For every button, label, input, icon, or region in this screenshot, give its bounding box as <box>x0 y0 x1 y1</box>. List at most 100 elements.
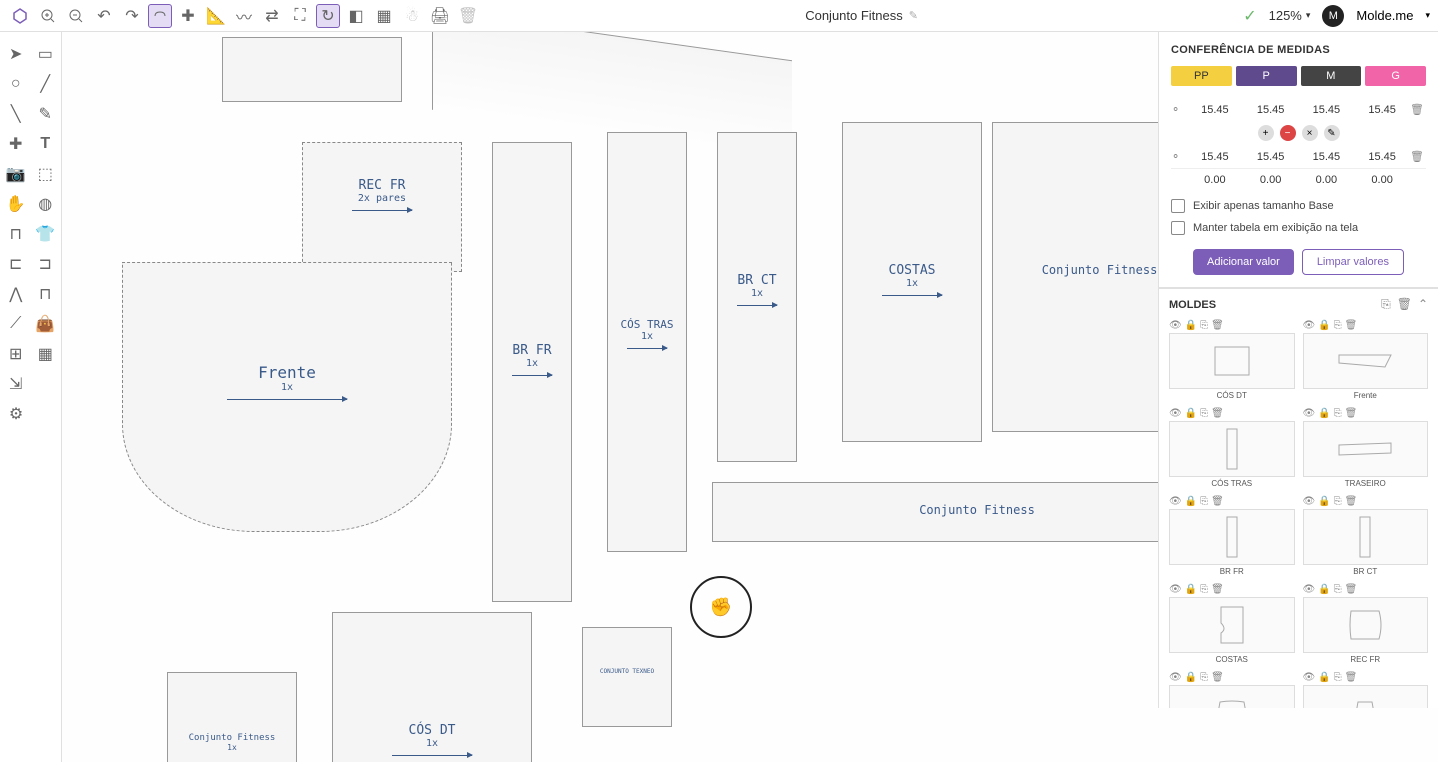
mirror-tool-icon[interactable]: ◧ <box>344 4 368 28</box>
trash-icon[interactable]: 🗑 <box>1211 672 1224 683</box>
lock-icon[interactable]: 🔒 <box>1185 584 1197 595</box>
selection-tool-icon[interactable]: ⛶ <box>288 4 312 28</box>
lock-icon[interactable]: 🔒 <box>1185 320 1197 331</box>
copy-icon[interactable]: ⎘ <box>1200 672 1208 683</box>
measure-tool-icon[interactable]: ⟋ <box>2 310 30 338</box>
molde-card[interactable]: 👁🔒⎘🗑 Frente <box>1303 320 1429 400</box>
measurement-value[interactable]: 15.45 <box>1354 104 1410 116</box>
copy-icon[interactable]: ⎘ <box>1200 320 1208 331</box>
piece-br-fr[interactable]: BR FR 1x <box>492 142 572 602</box>
check-icon[interactable]: ✓ <box>1243 6 1256 26</box>
curve-tool-icon[interactable]: 〰 <box>232 4 256 28</box>
user-avatar[interactable]: M <box>1322 5 1344 27</box>
copy-icon[interactable]: ⎘ <box>1200 496 1208 507</box>
measurement-value[interactable]: 15.45 <box>1187 104 1243 116</box>
edit-mini-icon[interactable]: ✎ <box>1324 125 1340 141</box>
rectangle-tool-icon[interactable]: ▭ <box>32 40 60 68</box>
eye-icon[interactable]: 👁 <box>1303 408 1316 419</box>
trash-icon[interactable]: 🗑 <box>1211 584 1224 595</box>
grid-tool-icon[interactable]: ⊞ <box>2 340 30 368</box>
molde-card[interactable]: 👁🔒⎘🗑 BR CT <box>1303 496 1429 576</box>
molde-card[interactable]: 👁🔒⎘🗑 COSTAS <box>1169 584 1295 664</box>
copy-icon[interactable]: ⎘ <box>1334 584 1342 595</box>
eye-icon[interactable]: 👁 <box>1169 672 1182 683</box>
undo-icon[interactable]: ↶ <box>92 4 116 28</box>
text-tool-icon[interactable]: T <box>32 130 60 158</box>
piece-costas[interactable]: COSTAS 1x <box>842 122 982 442</box>
measurement-value[interactable]: 15.45 <box>1187 151 1243 163</box>
ruler-tool-icon[interactable]: 📐 <box>204 4 228 28</box>
add-value-button[interactable]: Adicionar valor <box>1193 249 1294 275</box>
hand-tool-icon[interactable]: ✋ <box>2 190 30 218</box>
trash-icon[interactable]: 🗑 <box>1345 584 1358 595</box>
print-icon[interactable]: 🖨 <box>428 4 452 28</box>
add-point-tool-icon[interactable]: ✚ <box>2 130 30 158</box>
piece-frente[interactable]: Frente 1x <box>122 262 452 532</box>
refresh-tool-icon[interactable]: ↻ <box>316 4 340 28</box>
size-chip-m[interactable]: M <box>1301 66 1362 86</box>
shape-tool-icon[interactable]: ⬚ <box>32 160 60 188</box>
lock-icon[interactable]: 🔒 <box>1318 672 1330 683</box>
moldes-collapse-icon[interactable]: ⌃ <box>1418 297 1428 312</box>
trash-icon[interactable]: 🗑 <box>1211 320 1224 331</box>
clear-values-button[interactable]: Limpar valores <box>1302 249 1404 275</box>
ghost-tool-icon[interactable]: ☃ <box>400 4 424 28</box>
user-chevron-down-icon[interactable]: ▾ <box>1425 10 1430 21</box>
grade-tool-icon[interactable]: ▦ <box>372 4 396 28</box>
lock-icon[interactable]: 🔒 <box>1185 496 1197 507</box>
edit-title-icon[interactable]: ✎ <box>909 9 918 22</box>
molde-card[interactable]: 👁🔒⎘🗑 CÓS DT <box>1169 320 1295 400</box>
lock-icon[interactable]: 🔒 <box>1318 496 1330 507</box>
pocket-tool-icon[interactable]: ⊐ <box>32 250 60 278</box>
lock-icon[interactable]: 🔒 <box>1318 584 1330 595</box>
eye-icon[interactable]: 👁 <box>1169 408 1182 419</box>
crosshair-tool-icon[interactable]: ✚ <box>176 4 200 28</box>
molde-card[interactable]: 👁🔒⎘🗑 TRASEIRO <box>1303 408 1429 488</box>
eye-icon[interactable]: 👁 <box>1169 584 1182 595</box>
piece-br-ct[interactable]: BR CT 1x <box>717 132 797 462</box>
trash-icon[interactable]: 🗑 <box>1345 672 1358 683</box>
logo-icon[interactable] <box>8 4 32 28</box>
checkbox-show-base[interactable]: Exibir apenas tamanho Base <box>1171 199 1426 213</box>
add-mini-icon[interactable]: + <box>1258 125 1274 141</box>
copy-icon[interactable]: ⎘ <box>1200 584 1208 595</box>
measurement-value[interactable]: 15.45 <box>1243 104 1299 116</box>
zoom-out-icon[interactable] <box>64 4 88 28</box>
molde-card[interactable]: 👁🔒⎘🗑 REC FR <box>1303 584 1429 664</box>
link-icon[interactable]: ⚬ <box>1171 103 1187 116</box>
trash-icon[interactable]: 🗑 <box>1345 320 1358 331</box>
export-tool-icon[interactable]: ⇲ <box>2 370 30 398</box>
copy-icon[interactable]: ⎘ <box>1334 320 1342 331</box>
lock-icon[interactable]: 🔒 <box>1318 320 1330 331</box>
sleeve-tool-icon[interactable]: ⊏ <box>2 250 30 278</box>
pattern-tool-icon[interactable]: ◍ <box>32 190 60 218</box>
remove-mini-icon[interactable]: − <box>1280 125 1296 141</box>
pointer-tool-icon[interactable]: ➤ <box>2 40 30 68</box>
shirt-tool-icon[interactable]: 👕 <box>32 220 60 248</box>
delete-icon[interactable]: 🗑 <box>456 4 480 28</box>
pencil-tool-icon[interactable]: ✎ <box>32 100 60 128</box>
settings-tool-icon[interactable]: ⚙ <box>2 400 30 428</box>
copy-icon[interactable]: ⎘ <box>1334 672 1342 683</box>
layers-tool-icon[interactable]: ▦ <box>32 340 60 368</box>
piece-label-block-3[interactable]: Conjunto Fitness 1x <box>167 672 297 762</box>
seam-tool-icon[interactable]: ⇄ <box>260 4 284 28</box>
molde-card[interactable]: 👁🔒⎘🗑 <box>1169 672 1295 708</box>
lock-icon[interactable]: 🔒 <box>1318 408 1330 419</box>
trash-icon[interactable]: 🗑 <box>1345 408 1358 419</box>
piece-fragment-top[interactable] <box>222 37 402 102</box>
pen-tool-icon[interactable]: ╲ <box>2 100 30 128</box>
eye-icon[interactable]: 👁 <box>1303 320 1316 331</box>
measurement-value[interactable]: 15.45 <box>1243 151 1299 163</box>
measurement-value[interactable]: 15.45 <box>1299 151 1355 163</box>
eye-icon[interactable]: 👁 <box>1303 584 1316 595</box>
link-icon[interactable]: ⚬ <box>1171 150 1187 163</box>
piece-small-info[interactable]: CONJUNTO TEXNEO <box>582 627 672 727</box>
zoom-in-icon[interactable] <box>36 4 60 28</box>
line-tool-icon[interactable]: ╱ <box>32 70 60 98</box>
checkbox-keep-table[interactable]: Manter tabela em exibição na tela <box>1171 221 1426 235</box>
size-chip-p[interactable]: P <box>1236 66 1297 86</box>
molde-card[interactable]: 👁🔒⎘🗑 CÓS TRAS <box>1169 408 1295 488</box>
user-name[interactable]: Molde.me <box>1356 8 1413 23</box>
lock-icon[interactable]: 🔒 <box>1185 672 1197 683</box>
